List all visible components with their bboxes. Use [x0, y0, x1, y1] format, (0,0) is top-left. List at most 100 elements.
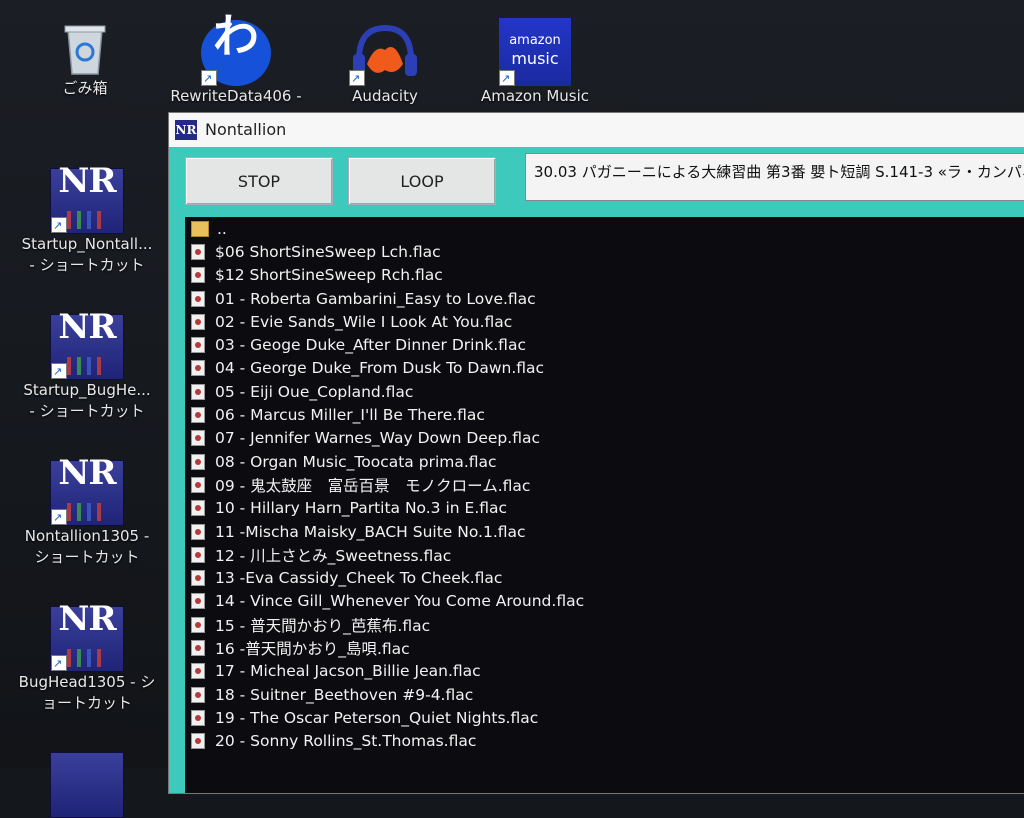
nr-icon: NR [50, 453, 124, 528]
nr-icon: NR [50, 602, 124, 674]
audio-file-icon [191, 313, 205, 330]
audio-file-icon [191, 383, 205, 400]
shortcut-arrow-icon [499, 68, 515, 89]
desktop-icon-audacity[interactable]: Audacity [330, 20, 440, 107]
file-list-item[interactable]: 20 - Sonny Rollins_St.Thomas.flac [185, 730, 1024, 753]
file-list-item[interactable]: $06 ShortSineSweep Lch.flac [185, 240, 1024, 263]
desktop-icon-amazon-music[interactable]: amazon music Amazon Music [472, 18, 598, 107]
file-list-item[interactable]: 07 - Jennifer Warnes_Way Down Deep.flac [185, 427, 1024, 450]
nr-logo-text: NR [58, 307, 116, 347]
file-name: 06 - Marcus Miller_I'll Be There.flac [215, 406, 485, 425]
nr-app-icon: NR [175, 120, 197, 140]
file-list-item[interactable]: 14 - Vince Gill_Whenever You Come Around… [185, 590, 1024, 613]
file-list-item[interactable]: 09 - 鬼太鼓座 富岳百景 モノクローム.flac [185, 473, 1024, 496]
desktop-icon-label: BugHead1305 - シ ョートカット [18, 673, 156, 712]
file-list-item[interactable]: 08 - Organ Music_Toocata prima.flac [185, 450, 1024, 473]
audio-file-icon [191, 686, 205, 703]
title-bar[interactable]: NR Nontallion [169, 113, 1024, 147]
nr-icon: NR [50, 307, 124, 382]
file-list-item[interactable]: 02 - Evie Sands_Wile I Look At You.flac [185, 310, 1024, 333]
file-name: $12 ShortSineSweep Rch.flac [215, 266, 443, 285]
audio-file-icon [191, 639, 205, 656]
desktop-icon-startup-bughead[interactable]: NR Startup_BugHe... - ショートカット [12, 307, 162, 422]
shortcut-arrow-icon [201, 68, 217, 89]
file-list-item[interactable]: 15 - 普天間かおり_芭蕉布.flac [185, 613, 1024, 636]
nontallion-window: NR Nontallion STOP LOOP 30.03 パガニーニによる大練… [168, 112, 1024, 794]
window-title: Nontallion [205, 120, 287, 139]
audio-file-icon [191, 337, 205, 354]
desktop-icon-nontallion1305[interactable]: NR Nontallion1305 - ショートカット [12, 453, 162, 568]
audio-file-icon [191, 546, 205, 563]
file-list-item[interactable]: 01 - Roberta Gambarini_Easy to Love.flac [185, 287, 1024, 310]
desktop-icon-label: Startup_BugHe... - ショートカット [23, 381, 151, 420]
audio-file-icon [191, 243, 205, 260]
file-list-item[interactable]: 12 - 川上さとみ_Sweetness.flac [185, 543, 1024, 566]
audio-file-icon [191, 360, 205, 377]
file-name: 08 - Organ Music_Toocata prima.flac [215, 452, 497, 471]
desktop-icon-startup-nontallion[interactable]: NR Startup_Nontall... - ショートカット [12, 161, 162, 276]
desktop-icon-recycle-bin[interactable]: ごみ箱 [40, 18, 130, 99]
nr-logo-text: NR [58, 453, 116, 493]
file-list-item[interactable]: 16 -普天間かおり_島唄.flac [185, 636, 1024, 659]
desktop-icon-partial[interactable] [12, 752, 162, 818]
file-list-item[interactable]: 03 - Geoge Duke_After Dinner Drink.flac [185, 333, 1024, 356]
file-name: .. [217, 219, 227, 238]
shortcut-arrow-icon [51, 361, 67, 382]
file-list-item[interactable]: 11 -Mischa Maisky_BACH Suite No.1.flac [185, 520, 1024, 543]
file-list-item[interactable]: 19 - The Oscar Peterson_Quiet Nights.fla… [185, 706, 1024, 729]
file-name: 05 - Eiji Oue_Copland.flac [215, 382, 414, 401]
recycle-bin-icon [60, 18, 110, 78]
audio-file-icon [191, 453, 205, 470]
file-name: 14 - Vince Gill_Whenever You Come Around… [215, 592, 585, 611]
file-list-item[interactable]: 10 - Hillary Harn_Partita No.3 in E.flac [185, 497, 1024, 520]
file-name: 11 -Mischa Maisky_BACH Suite No.1.flac [215, 522, 526, 541]
file-list-item[interactable]: 05 - Eiji Oue_Copland.flac [185, 380, 1024, 403]
loop-button[interactable]: LOOP [348, 157, 496, 205]
audio-file-icon [191, 407, 205, 424]
stop-button[interactable]: STOP [185, 157, 333, 205]
audio-file-icon [191, 523, 205, 540]
file-list-item[interactable]: 13 -Eva Cassidy_Cheek To Cheek.flac [185, 566, 1024, 589]
audio-file-icon [191, 709, 205, 726]
file-name: 09 - 鬼太鼓座 富岳百景 モノクローム.flac [215, 476, 531, 495]
audio-file-icon [191, 500, 205, 517]
desktop-icon-bughead1305[interactable]: NR BugHead1305 - シ ョートカット [12, 602, 162, 714]
desktop-icon-label: Audacity [352, 87, 418, 105]
file-name: 02 - Evie Sands_Wile I Look At You.flac [215, 312, 513, 331]
file-list-item[interactable]: 04 - George Duke_From Dusk To Dawn.flac [185, 357, 1024, 380]
nr-icon [50, 752, 124, 818]
shortcut-arrow-icon [349, 68, 365, 89]
file-list-item[interactable]: 06 - Marcus Miller_I'll Be There.flac [185, 403, 1024, 426]
audio-file-icon [191, 290, 205, 307]
file-name: 15 - 普天間かおり_芭蕉布.flac [215, 616, 431, 635]
audio-file-icon [191, 616, 205, 633]
file-list-item[interactable]: $12 ShortSineSweep Rch.flac [185, 264, 1024, 287]
nr-icon: NR [50, 161, 124, 236]
desktop-icon-label: Nontallion1305 - ショートカット [24, 527, 150, 566]
file-name: 04 - George Duke_From Dusk To Dawn.flac [215, 359, 545, 378]
file-name: 17 - Micheal Jacson_Billie Jean.flac [215, 662, 481, 681]
desktop-icon-label: RewriteData406 - [170, 87, 302, 105]
file-list-item[interactable]: .. [185, 217, 1024, 240]
file-name: 01 - Roberta Gambarini_Easy to Love.flac [215, 289, 536, 308]
desktop-icon-rewritedata[interactable]: わ RewriteData406 - [168, 13, 304, 107]
audacity-icon [349, 20, 421, 89]
folder-icon [191, 220, 209, 237]
file-name: 16 -普天間かおり_島唄.flac [215, 639, 410, 658]
file-list-item[interactable]: 18 - Suitner_Beethoven #9-4.flac [185, 683, 1024, 706]
desktop-icon-label: Amazon Music [480, 87, 590, 105]
file-name: 20 - Sonny Rollins_St.Thomas.flac [215, 732, 477, 751]
rewritedata-icon: わ [201, 13, 271, 89]
audio-file-icon [191, 267, 205, 284]
file-list[interactable]: .. $06 ShortSineSweep Lch.flac $12 ShortSi… [185, 217, 1024, 793]
file-name: 18 - Suitner_Beethoven #9-4.flac [215, 685, 474, 704]
shortcut-arrow-icon [51, 215, 67, 236]
file-name: 07 - Jennifer Warnes_Way Down Deep.flac [215, 429, 540, 448]
file-name: 13 -Eva Cassidy_Cheek To Cheek.flac [215, 569, 503, 588]
now-playing-display: 30.03 パガニーニによる大練習曲 第3番 嬰ト短調 S.141-3 «ラ・カ… [525, 153, 1024, 201]
audio-file-icon [191, 430, 205, 447]
nr-logo-text: NR [58, 161, 116, 201]
file-list-item[interactable]: 17 - Micheal Jacson_Billie Jean.flac [185, 660, 1024, 683]
file-name: 10 - Hillary Harn_Partita No.3 in E.flac [215, 499, 508, 518]
audio-file-icon [191, 570, 205, 587]
